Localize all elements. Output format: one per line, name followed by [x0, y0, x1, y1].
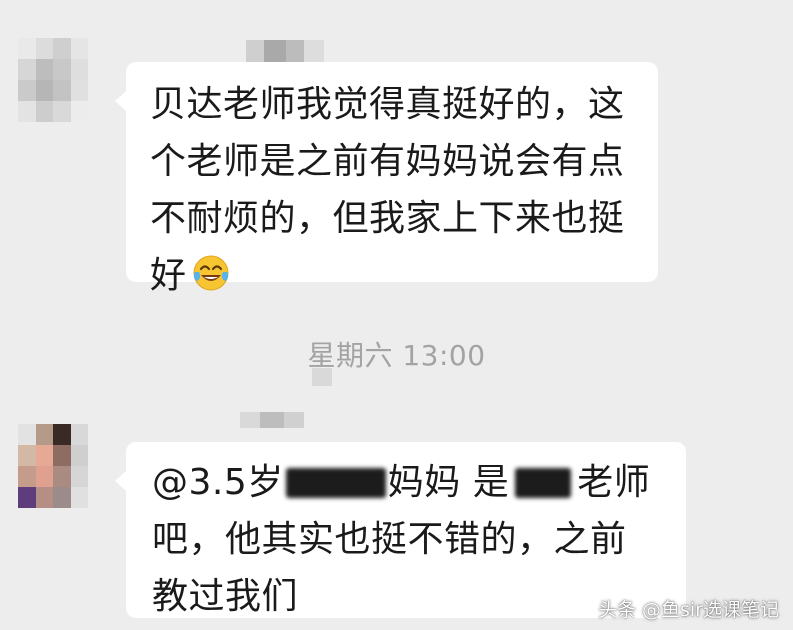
message-text-line: 好	[150, 247, 658, 304]
redacted-name-blot	[515, 468, 572, 498]
chat-message-bubble[interactable]: 贝达老师我觉得真挺好的，这 个老师是之前有妈妈说会有点 不耐烦的，但我家上下来也…	[115, 62, 658, 296]
avatar[interactable]	[18, 38, 88, 122]
message-text-line: 不耐烦的，但我家上下来也挺	[150, 198, 625, 239]
message-text-line: 吧，他其实也挺不错的，之前	[152, 519, 627, 560]
tears-of-joy-emoji	[193, 255, 229, 291]
timestamp: 星期六 13:00	[307, 339, 486, 372]
sender-name-redacted	[240, 412, 304, 428]
message-text-fragment: 老师	[577, 462, 651, 503]
redaction-blur	[312, 368, 332, 386]
message-text-line: @3.5岁 妈妈 是 老师	[152, 454, 686, 511]
sender-name-redacted	[246, 40, 324, 64]
watermark: 头条 @鱼sir选课笔记	[597, 599, 779, 621]
message-text-fragment: 妈妈 是	[387, 462, 510, 503]
redacted-name-blot	[285, 468, 386, 498]
message-text-fragment: @3.5岁	[152, 462, 284, 503]
message-text-line: 贝达老师我觉得真挺好的，这	[150, 84, 625, 125]
message-text-fragment: 好	[150, 255, 187, 296]
avatar[interactable]	[18, 424, 88, 508]
message-text-line: 个老师是之前有妈妈说会有点	[150, 141, 625, 182]
chat-message-bubble[interactable]: @3.5岁 妈妈 是老师 吧，他其实也挺不错的，之前 教过我们	[115, 442, 686, 618]
